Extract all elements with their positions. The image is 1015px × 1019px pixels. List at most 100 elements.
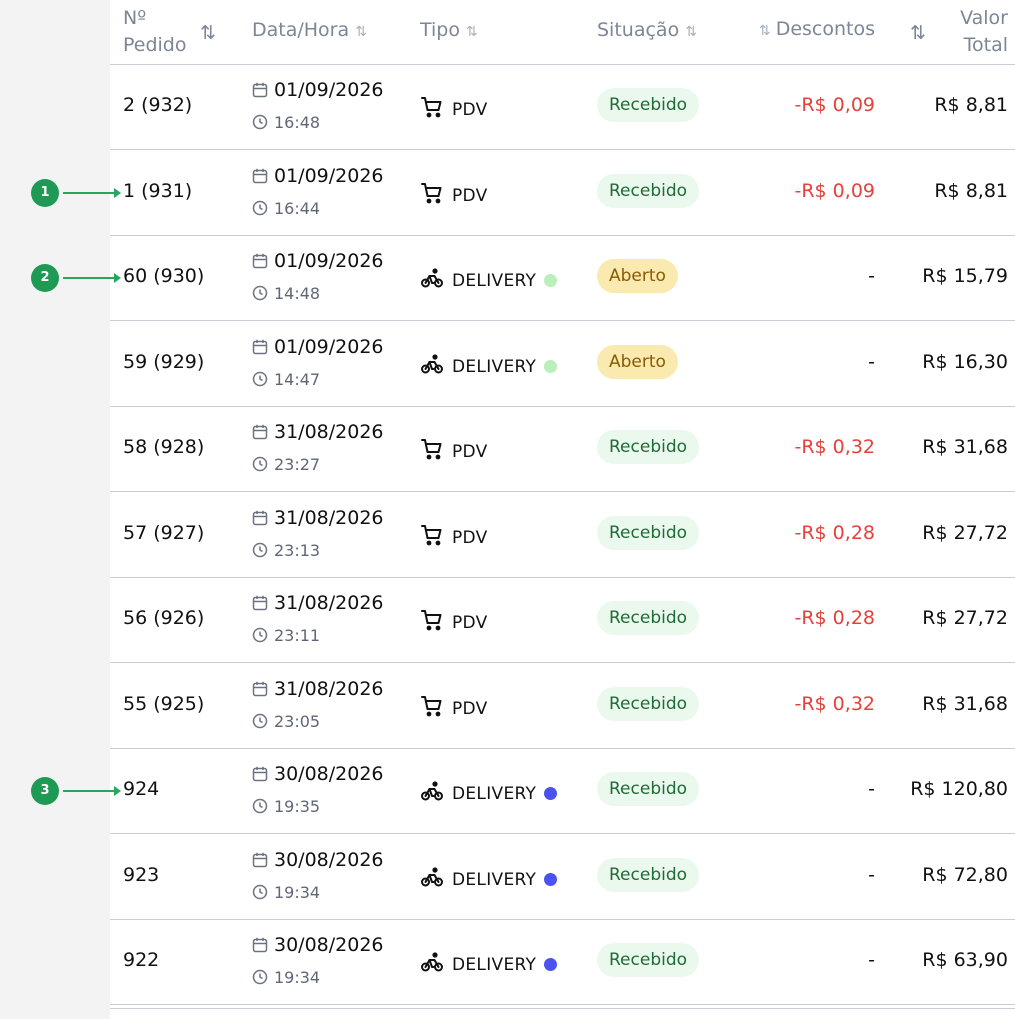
table-row[interactable]: 58 (928) 31/08/2026 23:27 PDV Recebido -R$ 0,… bbox=[110, 407, 1015, 492]
sort-icon[interactable]: ⇅ bbox=[685, 24, 697, 40]
status-badge: Recebido bbox=[597, 857, 700, 892]
col-header-valor[interactable]: Valor Total bbox=[960, 5, 1008, 59]
order-discount: - bbox=[868, 778, 875, 800]
order-time-value: 14:47 bbox=[274, 369, 321, 389]
orders-table: Nº Pedido ⇅ Data/Hora ⇅ Tipo ⇅ Situação … bbox=[110, 0, 1015, 1019]
table-row[interactable]: 922 30/08/2026 19:34 DELIVERY Recebido - R$ 63… bbox=[110, 920, 1015, 1005]
col-header-pedido-line1: Nº bbox=[123, 7, 147, 29]
order-type-label: DELIVERY bbox=[452, 955, 537, 975]
sort-icon[interactable]: ⇅ bbox=[200, 22, 216, 44]
sort-icon[interactable]: ⇅ bbox=[910, 22, 926, 44]
table-row[interactable]: 55 (925) 31/08/2026 23:05 PDV Recebido -R$ 0,… bbox=[110, 664, 1015, 749]
order-time-value: 23:11 bbox=[274, 626, 321, 645]
order-time: 16:44 bbox=[252, 199, 320, 218]
cart-icon bbox=[420, 695, 452, 719]
calendar-icon bbox=[252, 250, 274, 272]
order-date-value: 01/09/2026 bbox=[274, 250, 384, 272]
order-time-value: 19:34 bbox=[274, 968, 321, 987]
order-total: R$ 8,81 bbox=[934, 94, 1008, 116]
order-date: 01/09/2026 bbox=[252, 336, 384, 358]
order-date-value: 30/08/2026 bbox=[274, 848, 384, 871]
order-time-value: 23:05 bbox=[274, 711, 321, 731]
bike-icon bbox=[420, 353, 452, 377]
order-total: R$ 16,30 bbox=[922, 350, 1008, 373]
bike-icon bbox=[420, 268, 452, 291]
col-header-tipo-label: Tipo bbox=[420, 19, 460, 41]
calendar-icon bbox=[252, 849, 274, 871]
sort-icon[interactable]: ⇅ bbox=[759, 23, 771, 39]
col-header-datahora[interactable]: Data/Hora ⇅ bbox=[252, 19, 367, 41]
order-type-label: PDV bbox=[452, 527, 488, 548]
order-number: 924 bbox=[123, 778, 160, 800]
annotation-badge: 1 bbox=[31, 178, 59, 207]
sort-icon[interactable]: ⇅ bbox=[466, 24, 478, 40]
order-type-label: DELIVERY bbox=[452, 271, 537, 291]
order-date-value: 31/08/2026 bbox=[274, 506, 384, 529]
clock-icon bbox=[252, 284, 274, 303]
order-discount: - bbox=[868, 350, 875, 373]
col-header-situacao-label: Situação bbox=[597, 19, 680, 41]
order-date: 31/08/2026 bbox=[252, 678, 384, 700]
order-time: 14:47 bbox=[252, 370, 320, 389]
table-row[interactable]: 924 30/08/2026 19:35 DELIVERY Recebido - R$ 12… bbox=[110, 749, 1015, 834]
clock-icon bbox=[252, 712, 274, 731]
order-total: R$ 63,90 bbox=[922, 949, 1008, 971]
cart-icon bbox=[420, 610, 452, 633]
col-header-situacao[interactable]: Situação ⇅ bbox=[597, 19, 697, 41]
annotation-badge: 2 bbox=[31, 264, 59, 292]
col-header-tipo[interactable]: Tipo ⇅ bbox=[420, 19, 478, 41]
status-badge: Recebido bbox=[597, 601, 700, 635]
order-type: PDV bbox=[420, 694, 488, 719]
sort-icon[interactable]: ⇅ bbox=[355, 24, 367, 40]
clock-icon bbox=[252, 626, 274, 645]
table-row[interactable]: 923 30/08/2026 19:34 DELIVERY Recebido - R$ 72… bbox=[110, 835, 1015, 920]
order-time: 23:27 bbox=[252, 455, 320, 474]
table-row[interactable]: 57 (927) 31/08/2026 23:13 PDV Recebido -R$ 0,… bbox=[110, 493, 1015, 578]
order-type-label: PDV bbox=[452, 613, 488, 633]
calendar-icon bbox=[252, 421, 274, 443]
bike-icon bbox=[420, 866, 452, 890]
order-number: 922 bbox=[123, 949, 160, 971]
order-date: 01/09/2026 bbox=[252, 165, 384, 187]
col-header-pedido[interactable]: Nº Pedido bbox=[123, 5, 187, 59]
order-date-value: 31/08/2026 bbox=[274, 421, 384, 443]
order-date: 31/08/2026 bbox=[252, 592, 384, 614]
calendar-icon bbox=[252, 507, 274, 529]
order-type: DELIVERY bbox=[420, 950, 558, 975]
order-time-value: 14:48 bbox=[274, 284, 321, 303]
order-number: 55 (925) bbox=[123, 692, 205, 715]
table-row[interactable]: 60 (930) 01/09/2026 14:48 DELIVERY Aberto - R$… bbox=[110, 236, 1015, 321]
order-type: DELIVERY bbox=[420, 352, 558, 377]
order-number: 923 bbox=[123, 863, 160, 886]
order-type-label: DELIVERY bbox=[452, 784, 537, 804]
table-row[interactable]: 1 (931) 01/09/2026 16:44 PDV Recebido -R$ 0,0… bbox=[110, 151, 1015, 236]
order-total: R$ 8,81 bbox=[934, 179, 1008, 202]
order-type-label: PDV bbox=[452, 442, 488, 462]
table-header: Nº Pedido ⇅ Data/Hora ⇅ Tipo ⇅ Situação … bbox=[110, 0, 1015, 65]
col-header-pedido-line2: Pedido bbox=[123, 34, 187, 56]
order-date: 01/09/2026 bbox=[252, 79, 384, 101]
order-type: PDV bbox=[420, 608, 488, 633]
clock-icon bbox=[252, 370, 274, 389]
order-date: 31/08/2026 bbox=[252, 507, 384, 529]
order-number: 59 (929) bbox=[123, 350, 205, 373]
col-header-descontos-label: Descontos bbox=[775, 18, 875, 40]
cart-icon bbox=[420, 524, 452, 548]
table-row[interactable]: 2 (932) 01/09/2026 16:48 PDV Recebido -R$ 0,0… bbox=[110, 65, 1015, 150]
table-bottom-border bbox=[110, 1008, 1015, 1009]
order-discount: -R$ 0,28 bbox=[794, 521, 876, 544]
bike-icon bbox=[420, 781, 452, 804]
order-number: 57 (927) bbox=[123, 521, 205, 544]
calendar-icon bbox=[252, 678, 274, 700]
order-time: 14:48 bbox=[252, 284, 320, 303]
order-type: DELIVERY bbox=[420, 266, 558, 291]
table-row[interactable]: 59 (929) 01/09/2026 14:47 DELIVERY Aberto - R$… bbox=[110, 322, 1015, 407]
status-badge: Aberto bbox=[597, 344, 678, 379]
order-time: 23:05 bbox=[252, 712, 320, 731]
col-header-descontos[interactable]: ⇅ Descontos bbox=[759, 18, 875, 40]
order-total: R$ 72,80 bbox=[922, 863, 1008, 886]
annotation-badge: 3 bbox=[31, 777, 59, 805]
col-header-valor-line1: Valor bbox=[960, 7, 1008, 29]
table-row[interactable]: 56 (926) 31/08/2026 23:11 PDV Recebido -R$ 0,… bbox=[110, 578, 1015, 663]
annotation-arrow bbox=[63, 786, 121, 796]
